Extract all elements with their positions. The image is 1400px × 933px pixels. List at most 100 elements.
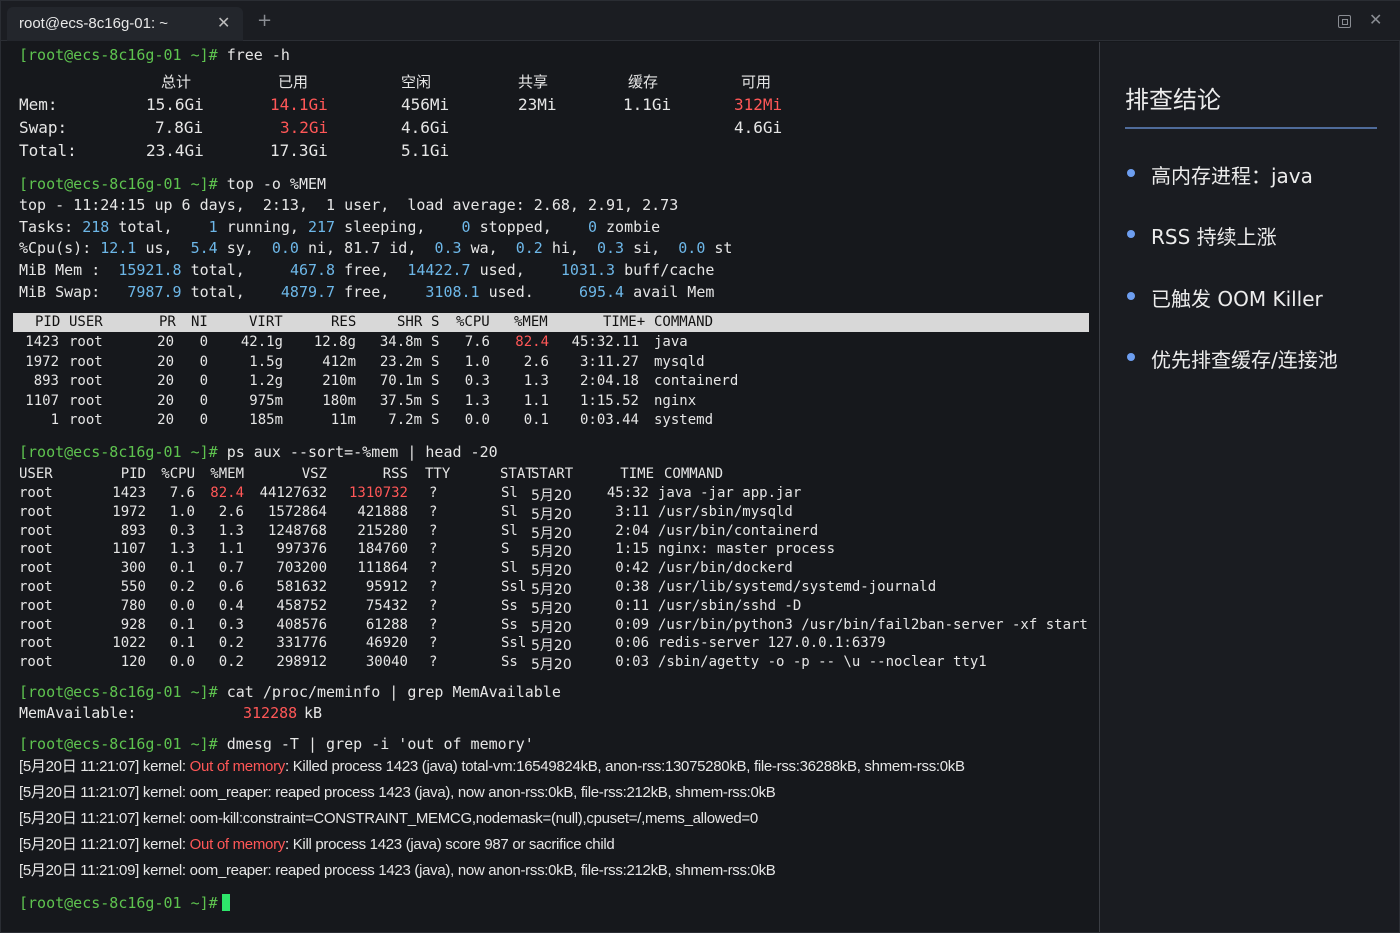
ps-cell-stat: Ss bbox=[501, 654, 518, 671]
window-restore-icon[interactable] bbox=[1338, 15, 1351, 28]
ps-cell-cpu: 1.0 bbox=[169, 503, 195, 520]
tab-close-icon[interactable]: ✕ bbox=[217, 13, 230, 32]
ps-cell-command: /usr/sbin/mysqld bbox=[658, 503, 793, 520]
top-cell-res: 210m bbox=[322, 373, 356, 389]
top-cell-pid: 1107 bbox=[25, 392, 59, 409]
ps-header-vsz: VSZ bbox=[301, 466, 327, 482]
top-cell-ni: 0 bbox=[199, 353, 208, 370]
window-close-icon[interactable]: ✕ bbox=[1369, 10, 1382, 29]
terminal-output[interactable]: [root@ecs-8c16g-01 ~]# free -h 总计 已用 空闲 … bbox=[1, 42, 1099, 932]
dmesg-highlight: Out of memory bbox=[189, 758, 286, 775]
ps-cell-command: nginx: master process bbox=[658, 541, 836, 558]
ps-cell-stat: S bbox=[501, 541, 510, 558]
top-cell-cpu: 7.6 bbox=[464, 334, 490, 350]
ps-cell-rss: 61288 bbox=[365, 616, 408, 633]
top-cell-user: root bbox=[69, 373, 103, 389]
ps-header-command: COMMAND bbox=[664, 466, 724, 482]
free-header-avail: 可用 bbox=[741, 73, 772, 91]
ps-cell-start: 5月20 bbox=[531, 638, 572, 655]
top-cell-ni: 0 bbox=[199, 412, 208, 428]
command-line-current[interactable]: [root@ecs-8c16g-01 ~]# bbox=[19, 894, 230, 912]
ps-cell-time: 0:42 bbox=[615, 560, 649, 577]
top-cell-pr: 20 bbox=[157, 412, 174, 428]
dmesg-text: [5月20日 11:21:07] kernel: bbox=[19, 758, 190, 775]
prompt: [root@ecs-8c16g-01 ~]# bbox=[19, 683, 218, 701]
ps-cell-stat: Sl bbox=[501, 560, 518, 577]
ps-cell-start: 5月20 bbox=[531, 582, 572, 598]
free-swap-total: 7.8Gi bbox=[155, 118, 204, 137]
top-cell-pr: 20 bbox=[157, 334, 174, 350]
free-swap-label: Swap: bbox=[19, 118, 68, 137]
bullet-icon bbox=[1127, 230, 1135, 238]
ps-cell-user: root bbox=[19, 560, 53, 577]
top-cell-ni: 0 bbox=[199, 373, 208, 389]
ps-cell-rss: 184760 bbox=[357, 541, 408, 558]
terminal-cursor bbox=[221, 894, 230, 911]
ps-header-user: USER bbox=[19, 466, 53, 482]
ps-cell-vsz: 581632 bbox=[276, 579, 327, 595]
top-cell-time: 0:03.44 bbox=[579, 412, 639, 428]
ps-cell-vsz: 458752 bbox=[276, 597, 327, 614]
dmesg-text: [5月20日 11:21:09] kernel: oom_reaper: rea… bbox=[19, 862, 776, 879]
top-cell-user: root bbox=[69, 334, 103, 350]
command-line-ps: [root@ecs-8c16g-01 ~]# ps aux --sort=-%m… bbox=[19, 443, 498, 461]
ps-cell-start: 5月20 bbox=[531, 488, 572, 504]
new-tab-icon[interactable]: + bbox=[257, 10, 272, 31]
dmesg-text: [5月20日 11:21:07] kernel: oom-kill:constr… bbox=[19, 810, 758, 827]
free-total-label: Total: bbox=[19, 141, 77, 160]
free-total-used: 17.3Gi bbox=[270, 141, 328, 160]
ps-cell-time: 45:32 bbox=[606, 485, 649, 501]
top-swap: MiB Swap: 7987.9 total, 4879.7 free, 310… bbox=[19, 283, 715, 301]
tab-bar: root@ecs-8c16g-01: ~ ✕ + ✕ bbox=[1, 1, 1400, 41]
meminfo-label: MemAvailable: bbox=[19, 704, 137, 722]
bullet-icon bbox=[1127, 292, 1135, 300]
top-cell-mem: 1.1 bbox=[523, 392, 549, 409]
ps-cell-start: 5月20 bbox=[531, 563, 572, 580]
ps-cell-time: 0:11 bbox=[615, 597, 649, 614]
top-cell-shr: 23.2m bbox=[379, 353, 422, 370]
ps-cell-command: /usr/bin/dockerd bbox=[658, 560, 793, 577]
command-line-top: [root@ecs-8c16g-01 ~]# top -o %MEM bbox=[19, 175, 326, 193]
ps-header-mem: %MEM bbox=[210, 466, 244, 482]
ps-cell-rss: 1310732 bbox=[348, 485, 408, 501]
ps-cell-vsz: 703200 bbox=[276, 560, 327, 577]
dmesg-text: [5月20日 11:21:07] kernel: bbox=[19, 836, 190, 853]
ps-header-stat: STAT bbox=[500, 466, 534, 482]
top-cpu: %Cpu(s): 12.1 us, 5.4 sy, 0.0 ni, 81.7 i… bbox=[19, 239, 733, 257]
top-cell-user: root bbox=[69, 353, 103, 370]
top-cell-mem: 1.3 bbox=[523, 373, 549, 389]
ps-cell-start: 5月20 bbox=[531, 657, 572, 674]
top-cell-pr: 20 bbox=[157, 392, 174, 409]
ps-cell-rss: 421888 bbox=[357, 503, 408, 520]
ps-cell-mem: 1.3 bbox=[218, 522, 244, 539]
ps-cell-tty: ? bbox=[429, 654, 438, 671]
tab-terminal[interactable]: root@ecs-8c16g-01: ~ ✕ bbox=[7, 7, 243, 41]
top-cell-mem: 2.6 bbox=[523, 353, 549, 370]
ps-cell-time: 0:06 bbox=[615, 635, 649, 652]
ps-cell-vsz: 997376 bbox=[276, 541, 327, 558]
ps-header-start: START bbox=[531, 466, 574, 482]
top-cell-user: root bbox=[69, 392, 103, 409]
prompt: [root@ecs-8c16g-01 ~]# bbox=[19, 894, 218, 912]
ps-cell-pid: 120 bbox=[120, 654, 146, 671]
dmesg-line: [5月20日 11:21:07] kernel: oom_reaper: rea… bbox=[19, 784, 776, 802]
ps-cell-tty: ? bbox=[429, 616, 438, 633]
ps-cell-command: /usr/lib/systemd/systemd-journald bbox=[658, 579, 937, 595]
ps-cell-cpu: 0.1 bbox=[169, 560, 195, 577]
ps-cell-start: 5月20 bbox=[531, 600, 572, 617]
meminfo-unit: kB bbox=[304, 704, 323, 722]
ps-cell-time: 0:38 bbox=[615, 579, 649, 595]
top-mem: MiB Mem : 15921.8 total, 467.8 free, 144… bbox=[19, 261, 715, 279]
ps-cell-command: /sbin/agetty -o -p -- \u --noclear tty1 bbox=[658, 654, 987, 671]
ps-header-rss: RSS bbox=[382, 466, 408, 482]
dmesg-highlight: Out of memory bbox=[189, 836, 286, 853]
ps-cell-time: 2:04 bbox=[615, 522, 649, 539]
ps-cell-command: /usr/bin/python3 /usr/bin/fail2ban-serve… bbox=[658, 616, 1088, 633]
command-text: ps aux --sort=-%mem | head -20 bbox=[226, 443, 498, 461]
ps-cell-tty: ? bbox=[429, 541, 438, 558]
meminfo-value: 312288 bbox=[243, 704, 298, 722]
prompt: [root@ecs-8c16g-01 ~]# bbox=[19, 46, 218, 64]
dmesg-text: [5月20日 11:21:07] kernel: oom_reaper: rea… bbox=[19, 784, 776, 801]
ps-cell-tty: ? bbox=[429, 579, 438, 595]
tab-title: root@ecs-8c16g-01: ~ bbox=[19, 15, 169, 32]
